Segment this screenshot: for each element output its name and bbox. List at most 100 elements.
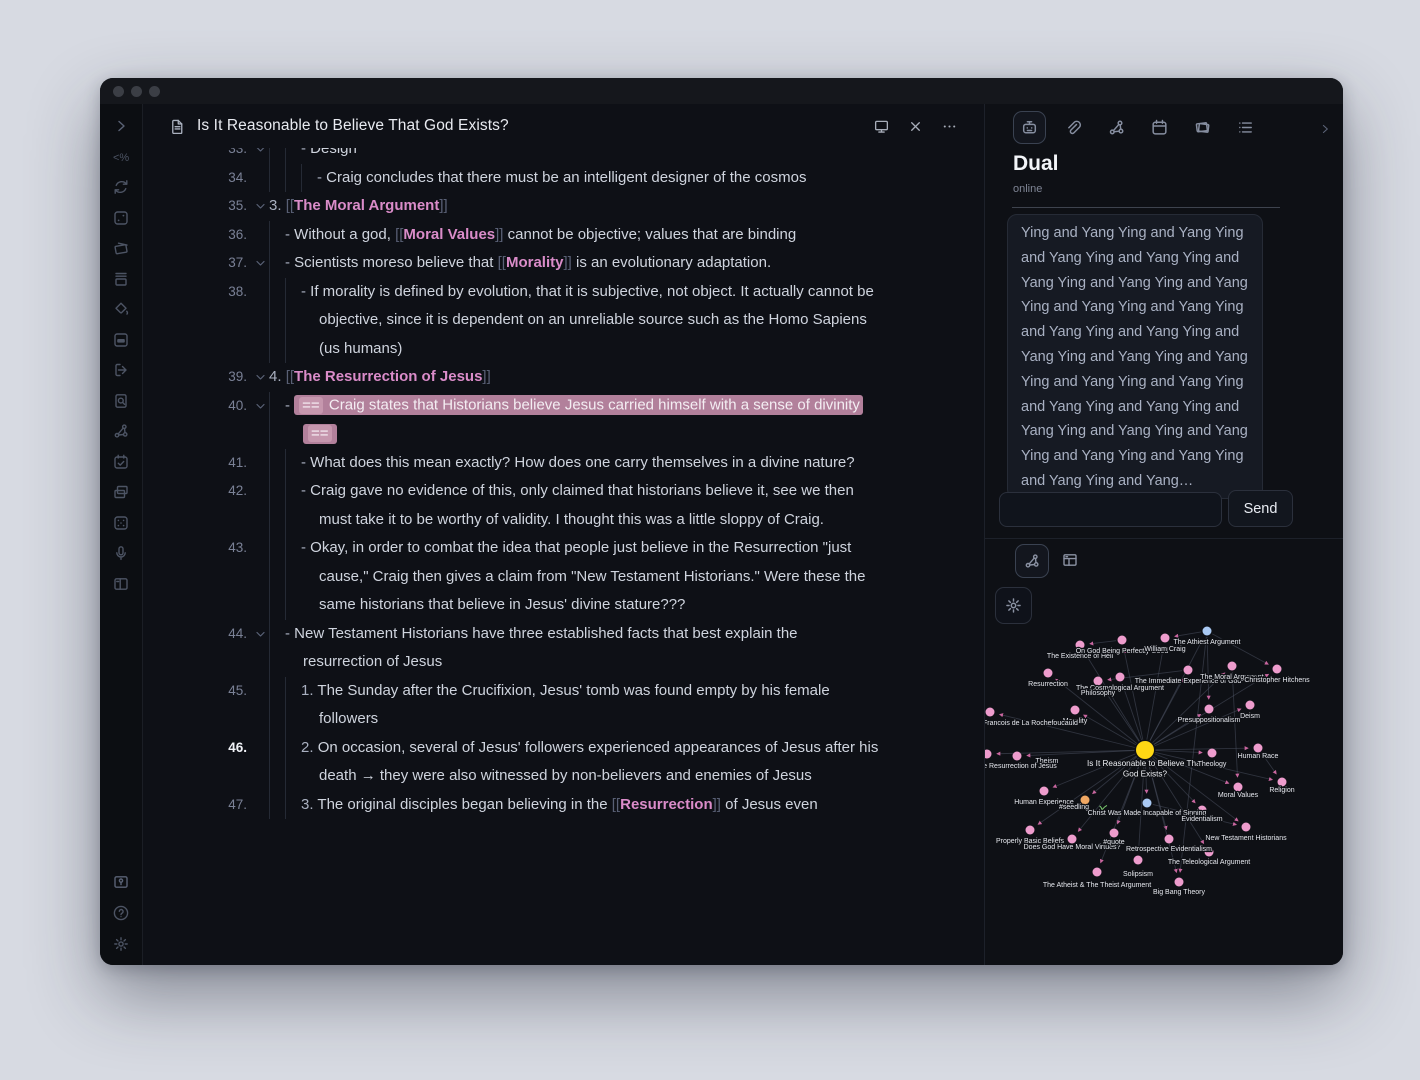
collapse-panel-icon[interactable] <box>1318 122 1332 136</box>
code-template-icon[interactable]: <% <box>112 148 130 166</box>
document-search-icon[interactable] <box>112 392 130 410</box>
graph-node-label: Presuppositionalism <box>1178 717 1241 724</box>
wiki-link[interactable]: Morality <box>506 254 564 271</box>
graph-node[interactable] <box>1234 783 1243 792</box>
panel-tab-link-icon[interactable] <box>1058 112 1089 143</box>
editor-line[interactable]: 44.- New Testament Historians have three… <box>143 620 880 677</box>
editor-line[interactable]: 39.4. [[The Resurrection of Jesus]] <box>143 363 880 392</box>
graph-node[interactable] <box>1273 665 1282 674</box>
graph-view-icon[interactable] <box>112 422 130 440</box>
graph-tool-button[interactable] <box>1015 544 1049 578</box>
graph-node[interactable] <box>1093 868 1102 877</box>
graph-node[interactable] <box>1203 627 1212 636</box>
cards-icon[interactable] <box>112 239 130 257</box>
graph-node-label: Solipsism <box>1123 871 1153 878</box>
panel-tab-gallery-icon[interactable] <box>1187 112 1218 143</box>
layout-sidebar-icon[interactable] <box>112 575 130 593</box>
panel-tab-graph-view-icon[interactable] <box>1101 112 1132 143</box>
graph-node[interactable] <box>1136 741 1154 759</box>
graph-node-label: Resurrection <box>1028 681 1068 688</box>
graph-node[interactable] <box>1044 669 1053 678</box>
graph-node[interactable] <box>985 750 992 759</box>
fold-chevron-icon[interactable] <box>252 192 269 221</box>
wiki-link[interactable]: Moral Values <box>403 226 495 243</box>
chat-input[interactable] <box>999 492 1222 527</box>
editor-line[interactable]: 45.1. The Sunday after the Crucifixion, … <box>143 677 880 734</box>
help-icon[interactable] <box>112 904 130 922</box>
editor-line[interactable]: 34.- Craig concludes that there must be … <box>143 164 880 193</box>
editor-line[interactable]: 41.- What does this mean exactly? How do… <box>143 449 880 478</box>
editor-line[interactable]: 37.- Scientists moreso believe that [[Mo… <box>143 249 880 278</box>
graph-node[interactable] <box>1068 835 1077 844</box>
graph-node[interactable] <box>1278 778 1287 787</box>
sync-icon[interactable] <box>112 178 130 196</box>
line-text: 1. The Sunday after the Crucifixion, Jes… <box>301 677 880 734</box>
traffic-light-close[interactable] <box>113 86 124 97</box>
graph-node[interactable] <box>1013 752 1022 761</box>
editor-line[interactable]: 43.- Okay, in order to combat the idea t… <box>143 534 880 620</box>
graph-node[interactable] <box>1184 666 1193 675</box>
paint-bucket-icon[interactable] <box>112 300 130 318</box>
wiki-link[interactable]: The Moral Argument <box>294 197 439 214</box>
dice-icon[interactable] <box>112 514 130 532</box>
graph-node[interactable] <box>1161 634 1170 643</box>
fold-chevron-icon[interactable] <box>252 363 269 392</box>
open-in-window-icon[interactable] <box>873 118 890 135</box>
graph-node[interactable] <box>1254 744 1263 753</box>
fold-chevron-icon[interactable] <box>252 249 269 278</box>
traffic-light-minimize[interactable] <box>131 86 142 97</box>
chevron-right-icon[interactable] <box>112 117 130 135</box>
line-number: 43. <box>143 534 252 620</box>
settings-icon[interactable] <box>112 935 130 953</box>
graph-settings-button[interactable] <box>995 587 1032 624</box>
graph-node[interactable] <box>1175 878 1184 887</box>
editor-line[interactable]: 40.- == Craig states that Historians bel… <box>143 392 880 449</box>
wiki-link[interactable]: The Resurrection of Jesus <box>294 368 482 385</box>
slides-icon[interactable] <box>112 483 130 501</box>
more-options-icon[interactable] <box>941 118 958 135</box>
table-tool-button[interactable] <box>1061 551 1079 569</box>
line-text: - Craig concludes that there must be an … <box>317 164 880 193</box>
note-body: 33.- Design34.- Craig concludes that the… <box>143 135 984 965</box>
microphone-icon[interactable] <box>112 544 130 562</box>
fold-chevron-icon[interactable] <box>252 620 269 677</box>
graph-node[interactable] <box>1040 787 1049 796</box>
dictionary-icon[interactable] <box>112 331 130 349</box>
knowledge-graph[interactable]: The Existence of HellOn God Being Perfec… <box>985 620 1343 912</box>
editor-line[interactable]: 47.3. The original disciples began belie… <box>143 791 880 820</box>
graph-node[interactable] <box>1228 662 1237 671</box>
graph-node[interactable] <box>1208 749 1217 758</box>
panel-tab-robot-icon[interactable] <box>1013 111 1046 144</box>
calendar-check-icon[interactable] <box>112 453 130 471</box>
graph-node[interactable] <box>1110 829 1119 838</box>
graph-node[interactable] <box>1143 799 1152 808</box>
graph-node[interactable] <box>1116 673 1125 682</box>
vault-icon[interactable] <box>112 873 130 891</box>
graph-node[interactable] <box>1205 705 1214 714</box>
graph-node[interactable] <box>1026 826 1035 835</box>
editor-line[interactable]: 46.2. On occasion, several of Jesus' fol… <box>143 734 880 791</box>
graph-node[interactable] <box>1242 823 1251 832</box>
graph-node[interactable] <box>1246 701 1255 710</box>
send-button[interactable]: Send <box>1228 490 1293 527</box>
graph-node[interactable] <box>986 708 995 717</box>
close-note-icon[interactable] <box>907 118 924 135</box>
indent-guide <box>269 392 285 449</box>
panel-tab-calendar-icon[interactable] <box>1144 112 1175 143</box>
fold-spacer <box>252 278 269 364</box>
sign-in-icon[interactable] <box>112 361 130 379</box>
fold-chevron-icon[interactable] <box>252 392 269 449</box>
editor-line[interactable]: 38.- If morality is defined by evolution… <box>143 278 880 364</box>
panel-tab-list-icon[interactable] <box>1230 112 1261 143</box>
editor-line[interactable]: 35.3. [[The Moral Argument]] <box>143 192 880 221</box>
random-note-icon[interactable] <box>112 209 130 227</box>
editor-line[interactable]: 36.- Without a god, [[Moral Values]] can… <box>143 221 880 250</box>
graph-node[interactable] <box>1118 636 1127 645</box>
editor-line[interactable]: 42.- Craig gave no evidence of this, onl… <box>143 477 880 534</box>
graph-node[interactable] <box>1134 856 1143 865</box>
wiki-link[interactable]: Resurrection <box>620 796 713 813</box>
graph-node[interactable] <box>1071 706 1080 715</box>
graph-node[interactable] <box>1165 835 1174 844</box>
traffic-light-zoom[interactable] <box>149 86 160 97</box>
inbox-tray-icon[interactable] <box>112 270 130 288</box>
